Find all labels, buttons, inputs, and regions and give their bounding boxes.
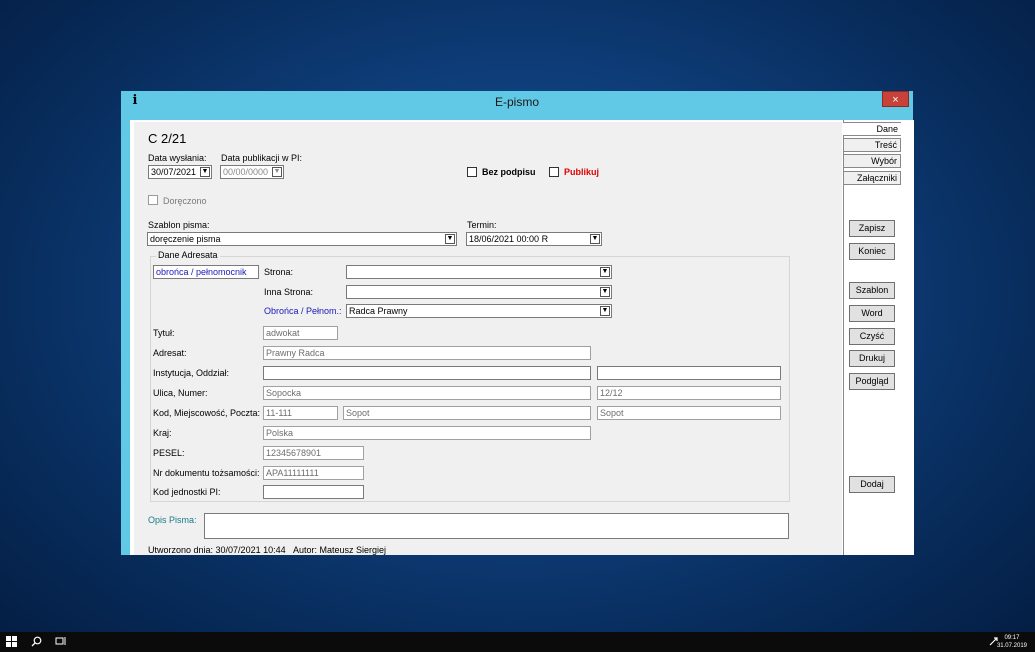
tab-dane[interactable]: Dane xyxy=(843,122,901,136)
inna-strona-select[interactable]: ▼ xyxy=(346,285,612,299)
send-date-value: 30/07/2021 xyxy=(151,167,197,177)
template-button[interactable]: Szablon xyxy=(849,282,895,299)
deadline-value: 18/06/2021 00:00 R xyxy=(469,234,549,244)
print-button[interactable]: Drukuj xyxy=(849,350,895,367)
save-button[interactable]: Zapisz xyxy=(849,220,895,237)
kod-pi-field[interactable] xyxy=(263,485,364,499)
publish-label: Publikuj xyxy=(564,167,600,177)
adresat-label: Adresat: xyxy=(153,348,187,358)
kraj-field[interactable]: Polska xyxy=(263,426,591,440)
kod-label: Kod, Miejscowość, Poczta: xyxy=(153,408,261,418)
deadline-label: Termin: xyxy=(467,220,497,230)
tab-wybor[interactable]: Wybór xyxy=(843,154,901,168)
preview-button[interactable]: Podgląd xyxy=(849,373,895,390)
tytul-field[interactable]: adwokat xyxy=(263,326,338,340)
created-info: Utworzono dnia: 30/07/2021 10:44 xyxy=(148,545,286,555)
kraj-label: Kraj: xyxy=(153,428,172,438)
template-value: doręczenie pisma xyxy=(150,234,221,244)
no-signature-label: Bez podpisu xyxy=(482,167,536,177)
instytucja-label: Instytucja, Oddział: xyxy=(153,368,230,378)
word-button[interactable]: Word xyxy=(849,305,895,322)
pub-date-label: Data publikacji w PI: xyxy=(221,153,303,163)
send-date-picker[interactable]: 30/07/2021 ▼ xyxy=(148,165,212,179)
addressee-group-label: Dane Adresata xyxy=(156,250,220,260)
e-pismo-window: i E-pismo × C 2/21 Data wysłania: 30/07/… xyxy=(121,91,914,555)
document-field[interactable]: APA11111111 xyxy=(263,466,364,480)
adresat-field[interactable]: Prawny Radca xyxy=(263,346,591,360)
template-select[interactable]: doręczenie pisma ▼ xyxy=(147,232,457,246)
publish-checkbox[interactable] xyxy=(549,167,559,177)
obronca-value: Radca Prawny xyxy=(349,306,408,316)
kod-field[interactable]: 11-111 xyxy=(263,406,338,420)
deadline-picker[interactable]: 18/06/2021 00:00 R ▼ xyxy=(466,232,602,246)
send-date-label: Data wysłania: xyxy=(148,153,207,163)
taskbar: 09:17 31.07.2019 xyxy=(0,632,1035,652)
pesel-label: PESEL: xyxy=(153,448,185,458)
description-textarea[interactable] xyxy=(204,513,789,539)
clock-date: 31.07.2019 xyxy=(996,643,1027,649)
pub-date-value: 00/00/0000 xyxy=(223,167,269,177)
chevron-down-icon[interactable]: ▼ xyxy=(200,167,210,177)
description-label: Opis Pisma: xyxy=(148,515,197,525)
strona-select[interactable]: ▼ xyxy=(346,265,612,279)
chevron-down-icon[interactable]: ▼ xyxy=(600,267,610,277)
no-signature-checkbox[interactable] xyxy=(467,167,477,177)
numer-field[interactable]: 12/12 xyxy=(597,386,781,400)
ulica-field[interactable]: Sopocka xyxy=(263,386,591,400)
case-number: C 2/21 xyxy=(148,131,187,146)
chevron-down-icon[interactable]: ▼ xyxy=(600,287,610,297)
delivered-checkbox[interactable] xyxy=(148,195,158,205)
tab-tresc[interactable]: Treść xyxy=(843,138,901,152)
form-panel: C 2/21 Data wysłania: 30/07/2021 ▼ Data … xyxy=(134,122,842,555)
kod-pi-label: Kod jednostki PI: xyxy=(153,487,221,497)
system-clock[interactable]: 09:17 31.07.2019 xyxy=(997,634,1027,650)
miejscowosc-field[interactable]: Sopot xyxy=(343,406,591,420)
task-view-icon[interactable] xyxy=(55,636,67,650)
clock-time: 09:17 xyxy=(1004,635,1020,641)
inna-strona-label: Inna Strona: xyxy=(264,287,314,297)
windows-start-icon[interactable] xyxy=(6,636,17,650)
poczta-field[interactable]: Sopot xyxy=(597,406,781,420)
clear-button[interactable]: Czyść xyxy=(849,328,895,345)
strona-label: Strona: xyxy=(264,267,294,277)
template-label: Szablon pisma: xyxy=(148,220,210,230)
chevron-down-icon[interactable]: ▼ xyxy=(272,167,282,177)
ulica-label: Ulica, Numer: xyxy=(153,388,208,398)
pub-date-picker[interactable]: 00/00/0000 ▼ xyxy=(220,165,284,179)
close-button[interactable]: × xyxy=(882,91,909,107)
document-label: Nr dokumentu tożsamości: xyxy=(153,468,260,478)
search-icon[interactable] xyxy=(31,636,42,650)
tytul-label: Tytuł: xyxy=(153,328,175,338)
author-info: Autor: Mateusz Siergiej xyxy=(293,545,387,555)
chevron-down-icon[interactable]: ▼ xyxy=(445,234,455,244)
instytucja-field[interactable] xyxy=(263,366,591,380)
add-button[interactable]: Dodaj xyxy=(849,476,895,493)
chevron-down-icon[interactable]: ▼ xyxy=(600,306,610,316)
tab-zalaczniki[interactable]: Załączniki xyxy=(843,171,901,185)
pesel-field[interactable]: 12345678901 xyxy=(263,446,364,460)
obronca-select[interactable]: Radca Prawny ▼ xyxy=(346,304,612,318)
role-field[interactable]: obrońca / pełnomocnik xyxy=(153,265,259,279)
chevron-down-icon[interactable]: ▼ xyxy=(590,234,600,244)
delivered-label: Doręczono xyxy=(163,196,207,206)
client-area: C 2/21 Data wysłania: 30/07/2021 ▼ Data … xyxy=(130,120,914,555)
title-bar[interactable]: i E-pismo × xyxy=(121,91,913,113)
end-button[interactable]: Koniec xyxy=(849,243,895,260)
window-title: E-pismo xyxy=(494,95,539,109)
instytucja-field-2[interactable] xyxy=(597,366,781,380)
obronca-label: Obrońca / Pełnom.: xyxy=(264,306,342,316)
